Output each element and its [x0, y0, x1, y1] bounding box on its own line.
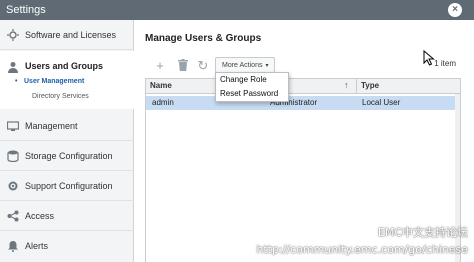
gear-icon: [7, 180, 19, 192]
sidebar-item-storage-configuration[interactable]: Storage Configuration: [0, 141, 134, 171]
add-icon[interactable]: +: [153, 59, 167, 73]
sidebar-item-alerts[interactable]: Alerts: [0, 231, 134, 261]
sidebar-subitem-directory-services[interactable]: Directory Services: [32, 93, 89, 100]
table-header: Name ↑ Type: [146, 79, 460, 94]
share-icon: [7, 210, 19, 222]
close-icon[interactable]: ×: [448, 3, 462, 17]
watermark-line-1: EMC中文支持论坛: [377, 226, 468, 239]
menu-item-reset-password[interactable]: Reset Password: [216, 87, 288, 101]
sidebar-item-management[interactable]: Management: [0, 111, 134, 141]
more-actions-button[interactable]: More Actions ▾: [215, 57, 276, 73]
delete-icon[interactable]: [176, 59, 190, 73]
window-titlebar: Settings ×: [0, 0, 474, 20]
page-title: Manage Users & Groups: [145, 33, 262, 44]
main-panel: Manage Users & Groups + ↻ More Actions ▾…: [135, 20, 474, 262]
more-actions-menu: Change Role Reset Password: [215, 72, 289, 102]
item-count: 1 item: [434, 59, 456, 68]
sidebar-item-support-configuration[interactable]: Support Configuration: [0, 171, 134, 201]
sidebar-item-access[interactable]: Access: [0, 201, 134, 231]
sidebar-item-label: Alerts: [25, 241, 49, 251]
settings-sidebar: Software and Licenses Users and Groups U…: [0, 20, 134, 262]
storage-icon: [7, 150, 19, 162]
cell-name: admin: [152, 98, 174, 107]
mouse-cursor-icon: [423, 50, 435, 66]
sort-ascending-icon[interactable]: ↑: [344, 80, 349, 90]
cell-type: Local User: [362, 98, 401, 107]
chevron-down-icon: ▾: [265, 62, 269, 69]
sidebar-item-label: Access: [25, 210, 55, 221]
sidebar-item-software-and-licenses[interactable]: Software and Licenses: [0, 20, 134, 50]
window-title: Settings: [6, 4, 46, 16]
refresh-icon[interactable]: ↻: [196, 59, 210, 73]
sidebar-item-label: Users and Groups: [25, 61, 104, 71]
sidebar-item-label: Storage Configuration: [25, 150, 113, 161]
table-row[interactable]: admin Administrator Local User: [146, 96, 460, 110]
sidebar-subitem-user-management[interactable]: User Management: [15, 78, 84, 85]
column-header-type[interactable]: Type: [357, 79, 457, 93]
more-actions-label: More Actions: [222, 61, 263, 69]
sun-icon: [7, 28, 19, 41]
monitor-icon: [7, 120, 19, 132]
sidebar-item-label: Software and Licenses: [25, 29, 117, 40]
bell-icon: [7, 240, 19, 252]
sidebar-item-label: Management: [25, 120, 78, 131]
menu-item-change-role[interactable]: Change Role: [216, 73, 288, 87]
user-icon: [7, 61, 19, 73]
watermark-line-2: http://community.emc.com/go/chinese: [256, 243, 468, 256]
sidebar-item-label: Support Configuration: [25, 180, 113, 191]
